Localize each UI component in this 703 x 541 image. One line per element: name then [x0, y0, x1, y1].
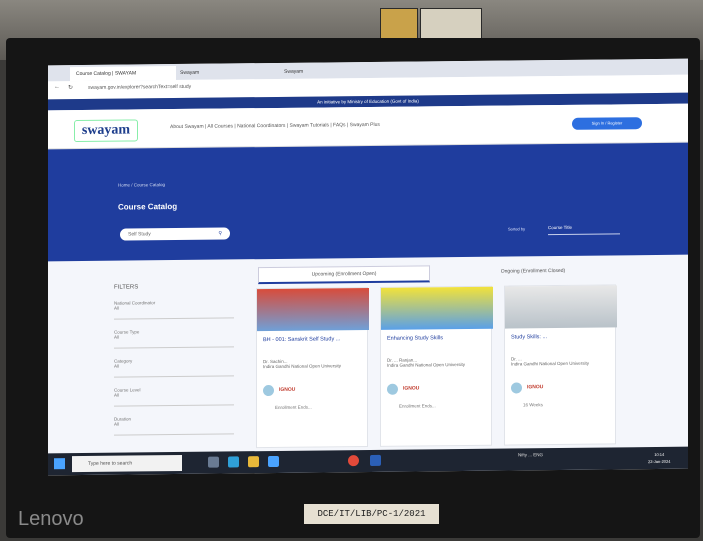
asset-label-sticker: DCE/IT/LIB/PC-1/2021 [304, 504, 439, 524]
swayam-logo[interactable]: swayam [74, 119, 138, 143]
filter-label: National Coordinator [114, 300, 156, 306]
monitor-brand-logo: Lenovo [18, 508, 84, 530]
search-icon[interactable]: ⚲ [218, 228, 222, 240]
taskbar-clock[interactable]: 10:14 22-Jan-2024 [648, 451, 670, 465]
course-card[interactable]: Study Skills: ... Dr. ... Indira Gandhi N… [504, 284, 617, 446]
page-title: Course Catalog [118, 201, 178, 212]
course-card[interactable]: Enhancing Study Skills Dr. ... Ranjan...… [380, 285, 493, 447]
course-meta: Dr. Sachin... Indira Gandhi National Open… [263, 358, 342, 370]
filter-value: All [114, 392, 120, 398]
course-card[interactable]: BH - 001: Sanskrit Self Study ... Dr. Sa… [256, 287, 369, 449]
file-explorer-icon[interactable] [248, 456, 259, 468]
filter-course-level[interactable]: Course Level All [114, 386, 234, 407]
university-badge: IGNOU [387, 385, 419, 391]
filter-value: All [114, 421, 120, 427]
taskbar-search-input[interactable]: Type here to search [72, 454, 182, 473]
sort-select[interactable]: Course Title [548, 221, 620, 236]
site-nav-links[interactable]: About Swayam | All Courses | National Co… [170, 122, 380, 130]
filter-category[interactable]: Category All [114, 357, 234, 378]
edge-icon[interactable] [228, 456, 239, 468]
windows-start-icon[interactable] [54, 458, 65, 470]
hero-banner: Home / Course Catalog Course Catalog Sel… [48, 142, 688, 262]
browser-tab[interactable]: Course Catalog | SWAYAM [70, 66, 176, 82]
course-thumbnail [505, 285, 617, 329]
course-title[interactable]: Enhancing Study Skills [387, 335, 487, 342]
course-thumbnail [381, 286, 493, 330]
word-icon[interactable] [370, 454, 381, 466]
monitor-screen: Course Catalog | SWAYAM Swayam Swayam ← … [48, 58, 688, 476]
filter-value: All [114, 305, 120, 311]
url-text[interactable]: swayam.gov.in/explorer?searchText=self s… [88, 84, 191, 91]
course-dates: Enrollment Ends... [399, 403, 436, 409]
course-dates: 16 Weeks [523, 402, 543, 408]
filter-value: All [114, 334, 120, 340]
filters-title: FILTERS [114, 284, 139, 291]
course-meta: Dr. ... Ranjan... Indira Gandhi National … [387, 357, 466, 368]
chrome-icon[interactable] [348, 455, 359, 467]
filter-national-coordinator[interactable]: National Coordinator All [114, 299, 234, 320]
task-view-icon[interactable] [208, 456, 219, 468]
university-badge: IGNOU [511, 384, 543, 390]
course-meta: Dr. ... Indira Gandhi National Open Unive… [511, 356, 590, 367]
search-value: Self Study [128, 231, 151, 238]
course-tabs: Upcoming (Enrollment Open) Ongoing (Enro… [248, 259, 628, 285]
course-dates: Enrollment Ends... [275, 404, 312, 410]
tab-ongoing[interactable]: Ongoing (Enrollment Closed) [448, 263, 618, 279]
reload-icon[interactable]: ↻ [68, 84, 73, 91]
filters-panel: FILTERS National Coordinator All Course T… [114, 283, 234, 436]
browser-tab[interactable]: Swayam [174, 65, 280, 80]
store-icon[interactable] [268, 455, 279, 468]
university-badge: IGNOU [263, 387, 295, 393]
filter-duration[interactable]: Duration All [114, 415, 234, 436]
course-title[interactable]: Study Skills: ... [511, 333, 611, 340]
course-title[interactable]: BH - 001: Sanskrit Self Study ... [263, 336, 363, 343]
search-input[interactable]: Self Study ⚲ [120, 227, 230, 241]
sort-label: Sorted by [508, 226, 526, 232]
browser-tab[interactable]: Swayam [278, 64, 384, 79]
back-icon[interactable]: ← [54, 84, 60, 90]
tab-upcoming[interactable]: Upcoming (Enrollment Open) [258, 265, 430, 285]
site-navbar: swayam About Swayam | All Courses | Nati… [48, 103, 688, 150]
system-tray[interactable]: Nifty ... ENG [518, 452, 543, 457]
filter-course-type[interactable]: Course Type All [114, 328, 234, 349]
breadcrumb[interactable]: Home / Course Catalog [118, 182, 165, 187]
signin-button[interactable]: Sign In / Register [572, 117, 642, 130]
filter-value: All [114, 363, 120, 369]
course-thumbnail [257, 287, 369, 332]
